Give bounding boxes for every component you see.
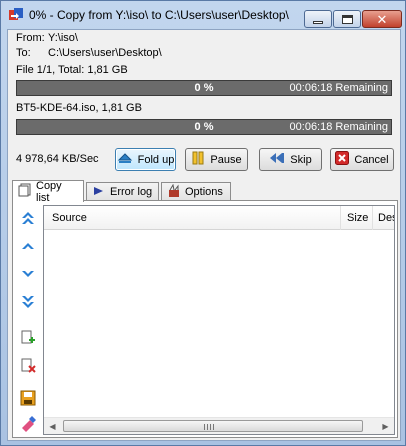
total-remaining: 00:06:18 Remaining <box>289 82 388 94</box>
tab-copy-list[interactable]: Copy list <box>12 179 84 204</box>
move-top-icon <box>22 212 34 224</box>
tab-error-log[interactable]: Error log <box>86 182 159 201</box>
pause-icon <box>191 151 205 168</box>
main-panel: From: Y:\iso\ To: C:\Users\user\Desktop\… <box>7 29 401 441</box>
column-destination[interactable]: Destin <box>378 212 394 224</box>
column-size[interactable]: Size <box>347 212 368 224</box>
maximize-button[interactable] <box>333 10 361 28</box>
to-label: To: <box>16 47 31 59</box>
file-progress-bar: 0 % 00:06:18 Remaining <box>16 119 392 135</box>
file-remaining: 00:06:18 Remaining <box>289 121 388 133</box>
clear-list-icon <box>22 416 36 432</box>
transfer-speed: 4 978,64 KB/Sec <box>16 153 99 165</box>
from-label: From: <box>16 32 45 44</box>
cancel-icon <box>335 151 350 168</box>
clear-list-button[interactable] <box>19 415 37 433</box>
list-header: Source Size Destin <box>44 206 394 230</box>
total-progress-bar: 0 % 00:06:18 Remaining <box>16 80 392 96</box>
file-list[interactable]: Source Size Destin ◀ ▶ <box>43 205 395 435</box>
window-title: 0% - Copy from Y:\iso\ to C:\Users\user\… <box>29 8 289 22</box>
cancel-label: Cancel <box>354 153 389 166</box>
add-file-icon <box>21 330 35 344</box>
skip-label: Skip <box>290 153 312 166</box>
teracopy-icon <box>8 7 24 23</box>
save-list-icon <box>20 390 36 406</box>
remove-file-button[interactable] <box>19 357 37 375</box>
maximize-icon <box>341 14 353 24</box>
tab-copy-list-label: Copy list <box>36 179 62 204</box>
move-down-button[interactable] <box>19 265 37 283</box>
copy-list-panel: Source Size Destin ◀ ▶ <box>12 200 398 438</box>
close-icon: ✕ <box>376 11 388 27</box>
scroll-left-icon[interactable]: ◀ <box>44 418 61 434</box>
tab-error-log-label: Error log <box>110 186 153 198</box>
current-file: BT5-KDE-64.iso, 1,81 GB <box>16 102 142 114</box>
scrollbar-thumb[interactable] <box>63 420 363 432</box>
error-log-icon <box>92 184 106 201</box>
tab-options-label: Options <box>185 186 223 198</box>
column-separator[interactable] <box>372 206 373 230</box>
tab-options[interactable]: Options <box>161 182 231 201</box>
close-button[interactable]: ✕ <box>362 10 402 28</box>
fold-up-label: Fold up <box>137 153 175 166</box>
grip-icon <box>204 424 216 430</box>
pause-button[interactable]: Pause <box>185 148 248 171</box>
fold-up-button[interactable]: Fold up <box>115 148 176 171</box>
move-up-icon <box>22 243 34 249</box>
from-path: Y:\iso\ <box>48 32 78 44</box>
tab-strip: Copy list Error log Options <box>12 179 398 204</box>
add-file-button[interactable] <box>19 329 37 347</box>
column-source[interactable]: Source <box>52 212 87 224</box>
minimize-icon <box>313 21 323 24</box>
file-summary: File 1/1, Total: 1,81 GB <box>16 64 128 76</box>
copy-list-icon <box>18 183 32 200</box>
column-separator[interactable] <box>340 206 341 230</box>
to-path: C:\Users\user\Desktop\ <box>48 47 162 59</box>
title-bar[interactable]: 0% - Copy from Y:\iso\ to C:\Users\user\… <box>1 1 405 29</box>
move-bottom-icon <box>22 296 34 308</box>
cancel-button[interactable]: Cancel <box>330 148 394 171</box>
move-up-button[interactable] <box>19 237 37 255</box>
skip-button[interactable]: Skip <box>259 148 322 171</box>
options-icon <box>167 183 181 201</box>
scroll-right-icon[interactable]: ▶ <box>377 418 394 434</box>
minimize-button[interactable] <box>304 10 332 28</box>
move-top-button[interactable] <box>19 209 37 227</box>
remove-file-icon <box>21 358 36 373</box>
teracopy-window: 0% - Copy from Y:\iso\ to C:\Users\user\… <box>0 0 406 446</box>
move-bottom-button[interactable] <box>19 293 37 311</box>
move-down-icon <box>22 271 34 277</box>
fold-up-icon <box>117 151 133 168</box>
save-list-button[interactable] <box>19 389 37 407</box>
horizontal-scrollbar[interactable]: ◀ ▶ <box>44 417 394 434</box>
pause-label: Pause <box>210 153 242 166</box>
skip-icon <box>269 151 285 168</box>
